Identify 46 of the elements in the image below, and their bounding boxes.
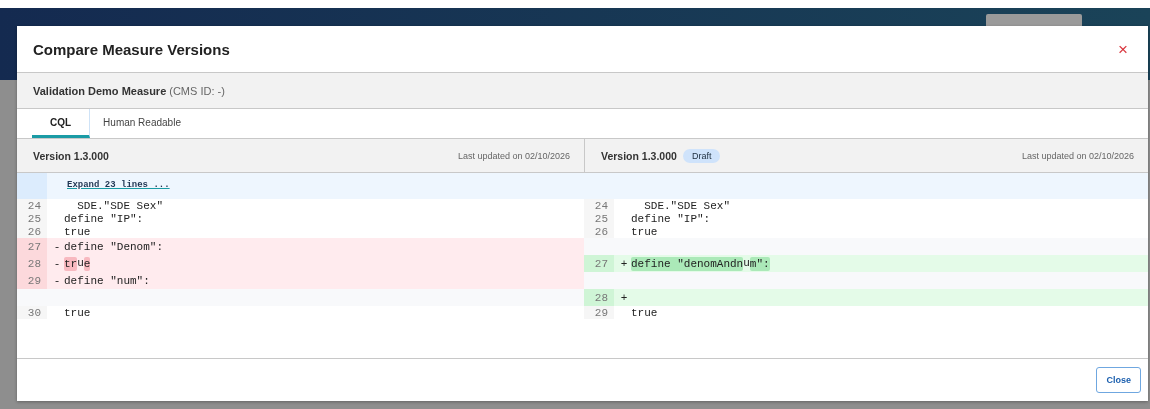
code-text: true	[631, 306, 658, 319]
code-text: u	[743, 256, 750, 271]
code-text: true	[64, 225, 91, 238]
version-label: Version 1.3.000	[33, 149, 109, 162]
close-button[interactable]: Close	[1096, 367, 1141, 393]
changed-code: e	[83, 256, 91, 271]
diff-sign: +	[619, 291, 629, 304]
code-text: u	[77, 256, 84, 271]
diff-sign: -	[52, 274, 62, 287]
changed-code: m":	[749, 256, 770, 271]
line-number: 26	[584, 225, 614, 238]
expand-link[interactable]: Expand 23 lines ...	[67, 180, 170, 190]
line-number: 26	[17, 225, 47, 238]
line-number: 24	[17, 199, 47, 212]
line-number: 30	[17, 306, 47, 319]
diff-sign: -	[52, 257, 62, 270]
code-text: define "num":	[64, 274, 150, 287]
changed-code: tr	[64, 256, 78, 271]
line-number: 28	[17, 255, 47, 272]
dialog-title: Compare Measure Versions	[33, 40, 230, 58]
code-text: define "Denom":	[64, 240, 164, 253]
line-number: 24	[584, 199, 614, 212]
line-number: 28	[584, 289, 614, 306]
line-number: 27	[17, 238, 47, 255]
last-updated-text: Last updated on 02/10/2026	[457, 150, 570, 161]
code-text: true	[64, 306, 91, 319]
version-label: Version 1.3.000	[601, 149, 677, 162]
line-number: 29	[17, 272, 47, 289]
tab[interactable]: Human Readable	[90, 109, 194, 138]
last-updated-text: Last updated on 02/10/2026	[1021, 150, 1134, 161]
line-number: 25	[584, 212, 614, 225]
line-number: 29	[584, 306, 614, 319]
code-text: define "IP":	[631, 212, 711, 225]
draft-badge: Draft	[682, 148, 721, 163]
code-text: SDE."SDE Sex"	[76, 199, 164, 212]
code-text: true	[631, 225, 658, 238]
cms-id: (CMS ID: -)	[169, 84, 225, 97]
code-text: define "IP":	[64, 212, 144, 225]
line-number: 27	[584, 255, 614, 272]
line-number: 25	[17, 212, 47, 225]
measure-name: Validation Demo Measure	[33, 84, 167, 97]
diff-sign: +	[619, 257, 629, 270]
changed-code: define "denomAndn	[631, 256, 744, 271]
code-text: SDE."SDE Sex"	[643, 199, 731, 212]
expand-gutter	[17, 173, 47, 199]
diff-sign: -	[52, 240, 62, 253]
